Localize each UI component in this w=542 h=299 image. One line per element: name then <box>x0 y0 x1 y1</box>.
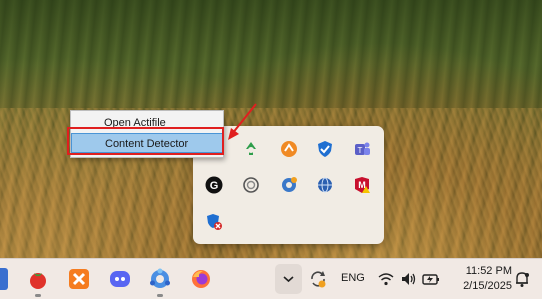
taskbar-edge-app-icon[interactable] <box>0 268 8 290</box>
show-hidden-icons-button[interactable] <box>275 264 302 294</box>
clock[interactable]: 11:52 PM 2/15/2025 <box>448 264 512 294</box>
shield-check-icon[interactable] <box>316 140 334 158</box>
xampp-icon[interactable] <box>68 268 90 290</box>
volume-icon[interactable] <box>400 271 416 287</box>
language-indicator[interactable]: ENG <box>341 272 365 284</box>
defender-error-icon[interactable] <box>205 213 223 231</box>
green-recycle-icon[interactable] <box>242 140 260 158</box>
taskbar-running-indicator <box>157 294 163 297</box>
orange-sync-icon[interactable] <box>280 140 298 158</box>
taskbar: ENG 11:52 PM 2/15/2025 <box>0 258 542 299</box>
battery-charging-icon[interactable] <box>421 270 441 288</box>
taskbar-running-indicator <box>35 294 41 297</box>
annotation-highlight-box <box>67 127 224 155</box>
notification-bell-icon[interactable] <box>514 270 530 288</box>
globe-app-icon[interactable] <box>316 176 334 194</box>
firefox-icon[interactable] <box>190 268 212 290</box>
clock-time: 11:52 PM <box>465 265 512 277</box>
copilot-icon[interactable] <box>149 268 171 290</box>
annotation-arrow-icon <box>228 103 257 140</box>
discord-icon[interactable] <box>109 268 131 290</box>
sync-status-icon[interactable] <box>308 269 328 289</box>
svg-text:G: G <box>210 180 219 192</box>
g-logo-icon[interactable]: G <box>205 176 223 194</box>
svg-text:T: T <box>358 146 363 155</box>
tomato-app-icon[interactable] <box>27 268 49 290</box>
update-globe-icon[interactable] <box>280 176 298 194</box>
chevron-up-icon <box>283 276 294 283</box>
circle-app-icon[interactable] <box>242 176 260 194</box>
mcafee-warning-icon[interactable]: M <box>353 176 371 194</box>
clock-date: 2/15/2025 <box>463 280 512 292</box>
wifi-icon[interactable] <box>378 271 394 287</box>
teams-icon[interactable]: T <box>353 140 371 158</box>
